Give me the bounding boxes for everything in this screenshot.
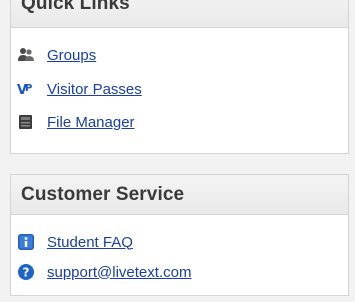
visitor-pass-icon: V P — [17, 80, 35, 98]
info-icon — [17, 233, 35, 251]
sidebar-widgets: Quick Links Groups V P Visitor Passes Fi… — [0, 0, 355, 302]
help-icon: ? — [17, 263, 35, 281]
quick-link-groups[interactable]: Groups — [17, 44, 96, 66]
file-manager-icon — [17, 113, 35, 131]
quick-link-visitor-passes[interactable]: V P Visitor Passes — [17, 78, 142, 100]
support-email-link[interactable]: support@livetext.com — [47, 264, 191, 281]
groups-link[interactable]: Groups — [47, 47, 96, 64]
visitor-passes-link[interactable]: Visitor Passes — [47, 81, 142, 98]
quick-links-title: Quick Links — [11, 0, 348, 28]
service-link-student-faq[interactable]: Student FAQ — [17, 231, 133, 253]
file-manager-link[interactable]: File Manager — [47, 114, 135, 131]
student-faq-link[interactable]: Student FAQ — [47, 234, 133, 251]
quick-link-file-manager[interactable]: File Manager — [17, 111, 135, 133]
svg-text:?: ? — [23, 266, 30, 280]
svg-text:P: P — [25, 83, 32, 94]
group-icon — [17, 46, 35, 64]
customer-service-title: Customer Service — [11, 175, 348, 215]
quick-links-panel: Quick Links Groups V P Visitor Passes Fi… — [10, 0, 349, 154]
customer-service-panel: Customer Service Student FAQ ? support@l… — [10, 174, 349, 296]
service-link-support-email[interactable]: ? support@livetext.com — [17, 261, 191, 283]
